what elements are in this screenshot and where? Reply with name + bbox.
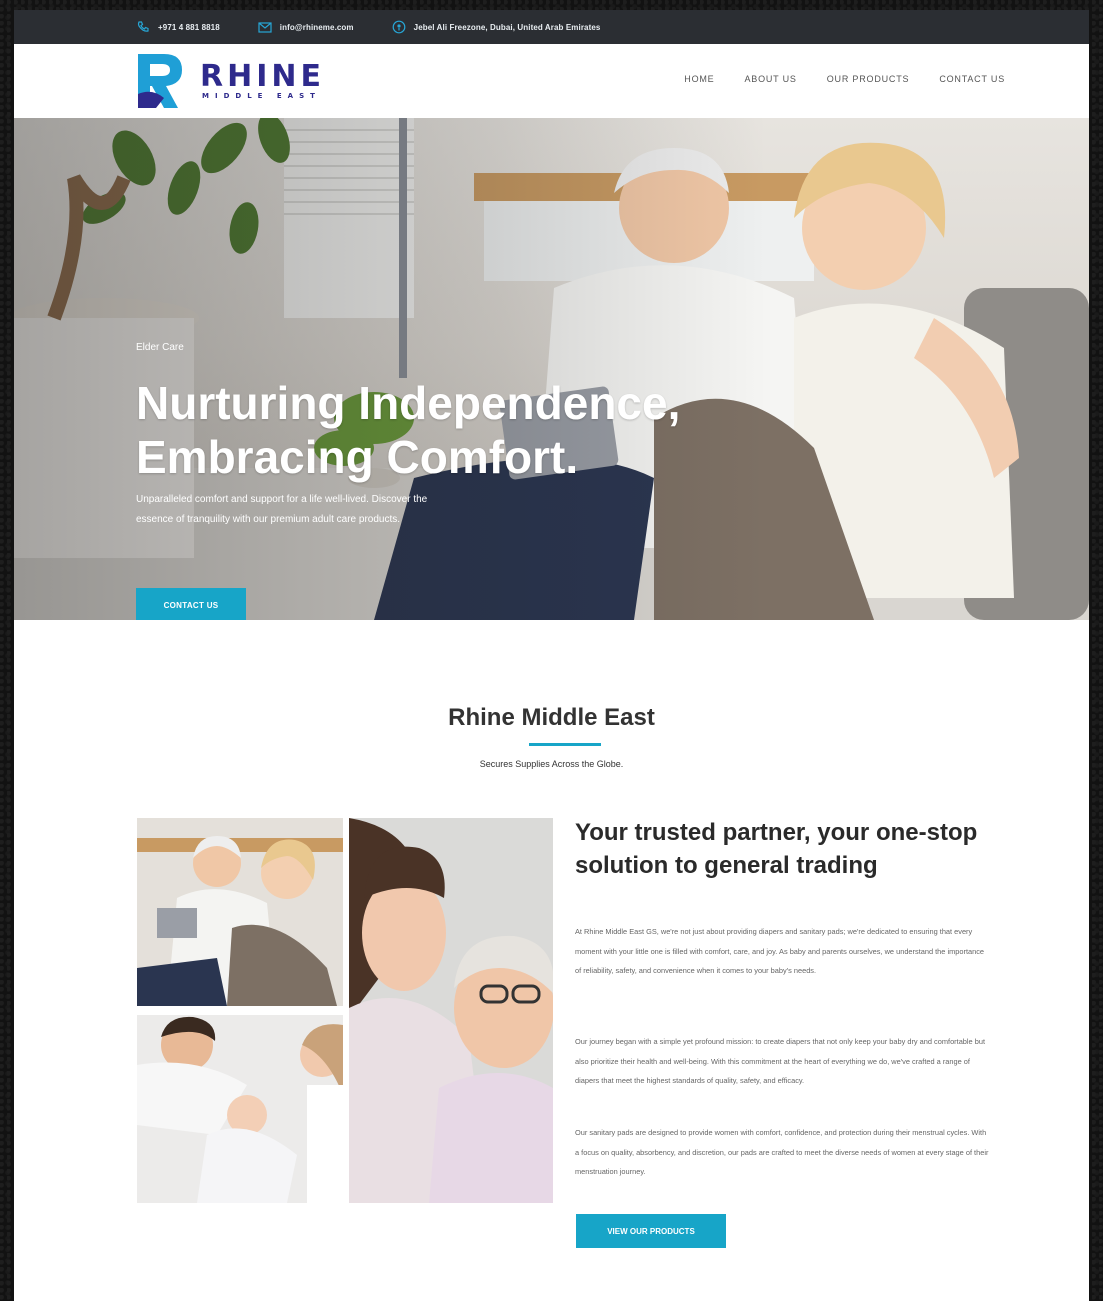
about-paragraph-1: At Rhine Middle East GS, we're not just … <box>575 927 985 975</box>
phone-icon <box>136 20 150 34</box>
top-info-bar: +971 4 881 8818 info@rhineme.com Jebel A… <box>14 10 1089 44</box>
photo-mother-daughter <box>349 818 553 1203</box>
photo-elderly-couple <box>137 818 343 1006</box>
about-subtitle: Secures Supplies Across the Globe. <box>479 759 624 769</box>
hero-eyebrow: Elder Care <box>136 342 184 353</box>
nav-about-us[interactable]: ABOUT US <box>744 74 796 84</box>
phone-info[interactable]: +971 4 881 8818 <box>136 20 220 34</box>
hero-section: Elder Care Nurturing Independence, Embra… <box>14 118 1089 620</box>
address-info: Jebel Ali Freezone, Dubai, United Arab E… <box>392 20 601 34</box>
email-info[interactable]: info@rhineme.com <box>258 20 354 34</box>
site-logo[interactable]: RHINE MIDDLE EAST <box>134 50 325 112</box>
contact-us-button[interactable]: CONTACT US <box>136 588 246 620</box>
location-icon <box>392 20 406 34</box>
nav-contact-us[interactable]: CONTACT US <box>939 74 1005 84</box>
address-text: Jebel Ali Freezone, Dubai, United Arab E… <box>413 22 601 32</box>
title-underline <box>529 743 601 746</box>
hero-overlay <box>14 118 1089 620</box>
nav-home[interactable]: HOME <box>684 74 714 84</box>
site-header: RHINE MIDDLE EAST HOME ABOUT US OUR PROD… <box>14 44 1089 118</box>
about-paragraph-2: Our journey began with a simple yet prof… <box>575 1037 985 1085</box>
logo-name: RHINE <box>200 58 325 94</box>
view-our-products-button[interactable]: VIEW OUR PRODUCTS <box>576 1214 726 1248</box>
logo-mark-icon <box>138 54 182 108</box>
logo-subtitle: MIDDLE EAST <box>202 91 321 100</box>
web-page: +971 4 881 8818 info@rhineme.com Jebel A… <box>14 10 1089 1301</box>
email-text: info@rhineme.com <box>279 22 354 32</box>
hero-title: Nurturing Independence, Embracing Comfor… <box>136 377 681 483</box>
main-nav: HOME ABOUT US OUR PRODUCTS CONTACT US <box>684 74 1005 84</box>
hero-text: Unparalleled comfort and support for a l… <box>136 494 428 525</box>
about-title: Rhine Middle East <box>448 704 655 731</box>
mail-icon <box>258 20 272 34</box>
phone-text: +971 4 881 8818 <box>158 22 220 32</box>
about-paragraph-3: Our sanitary pads are designed to provid… <box>575 1128 989 1176</box>
nav-our-products[interactable]: OUR PRODUCTS <box>827 74 910 84</box>
photo-parent-baby <box>137 1015 343 1203</box>
partner-heading: Your trusted partner, your one-stop solu… <box>575 819 978 879</box>
